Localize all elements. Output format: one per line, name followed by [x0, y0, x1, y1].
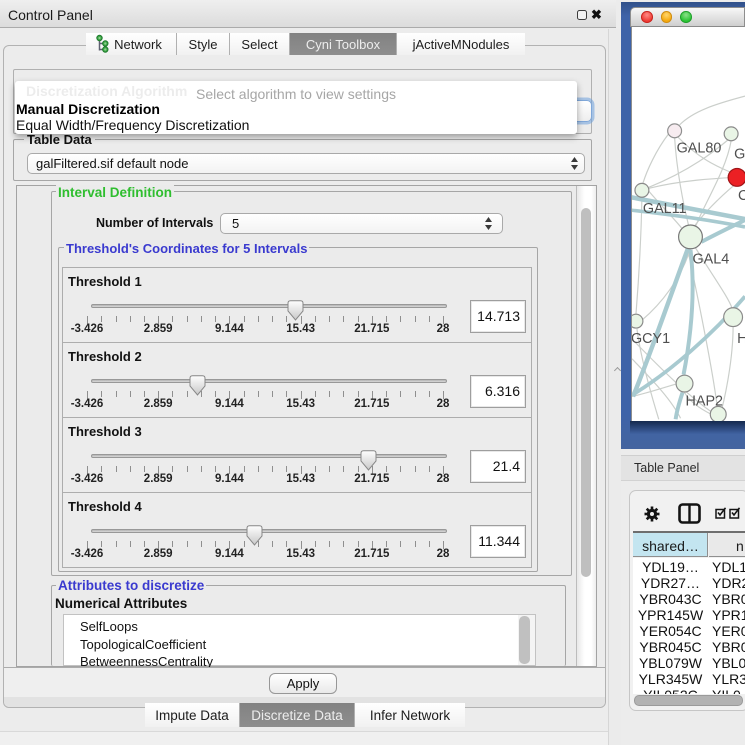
svg-text:H: H — [737, 331, 745, 347]
svg-text:GCY1: GCY1 — [631, 331, 670, 347]
svg-text:GAL11: GAL11 — [643, 201, 687, 217]
svg-text:HAP2: HAP2 — [686, 393, 724, 409]
svg-text:C: C — [738, 188, 745, 204]
svg-text:GAL80: GAL80 — [677, 141, 722, 157]
svg-text:GAL: GAL — [734, 147, 745, 163]
svg-text:GAL4: GAL4 — [692, 252, 729, 268]
